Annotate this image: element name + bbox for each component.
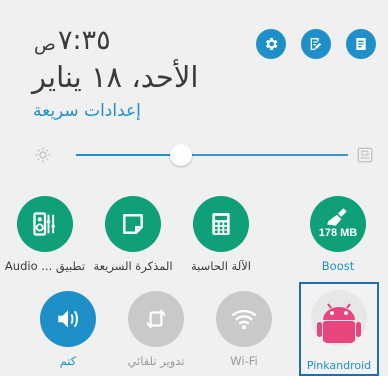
tile-label: كتم bbox=[59, 354, 77, 368]
list-icon bbox=[356, 38, 366, 50]
boost-circle[interactable]: 178 MB bbox=[310, 196, 366, 252]
tile-label: Audio ... تطبيق bbox=[4, 259, 86, 273]
memo-icon bbox=[123, 214, 143, 234]
android-robot-icon bbox=[317, 303, 361, 343]
mute-circle[interactable] bbox=[40, 291, 96, 347]
wifi-icon bbox=[231, 309, 257, 330]
tile-mute[interactable]: كتم bbox=[26, 291, 110, 368]
tile-boost[interactable]: 178 MB Boost bbox=[296, 196, 380, 273]
audio-app-circle[interactable] bbox=[17, 196, 73, 252]
quick-memo-circle[interactable] bbox=[105, 196, 161, 252]
edit-button[interactable] bbox=[301, 29, 331, 59]
quick-settings-link[interactable]: إعدادات سريعة bbox=[33, 101, 141, 121]
clock-ampm: ص bbox=[34, 34, 56, 55]
audio-app-icon bbox=[33, 212, 55, 236]
pinkandroid-app-icon[interactable] bbox=[311, 290, 367, 346]
quick-settings-panel: ص ٧:٣٥ الأحد، ١٨ يناير إعدادات سريعة Aud… bbox=[0, 0, 388, 376]
settings-icon bbox=[265, 38, 278, 50]
tile-label: تدوير تلقائي bbox=[127, 354, 185, 368]
calculator-icon bbox=[212, 213, 230, 235]
brightness-track[interactable] bbox=[186, 154, 348, 156]
boost-memory-label: 178 MB bbox=[318, 227, 358, 239]
clock-time: ٧:٣٥ bbox=[58, 25, 111, 56]
settings-button[interactable] bbox=[256, 29, 286, 59]
tile-pinkandroid[interactable]: Pinkandroid bbox=[299, 282, 379, 376]
brightness-control bbox=[34, 141, 380, 169]
vibrate-icon bbox=[58, 310, 78, 328]
edit-icon bbox=[310, 38, 322, 50]
tile-label: Boost bbox=[321, 259, 355, 273]
pinkandroid-label: Pinkandroid bbox=[306, 359, 372, 372]
tile-label: Wi-Fi bbox=[230, 354, 258, 368]
tile-calculator[interactable]: الآلة الحاسبة bbox=[179, 196, 263, 273]
calculator-circle[interactable] bbox=[193, 196, 249, 252]
tile-label: الآلة الحاسبة bbox=[191, 259, 251, 273]
brightness-slider-thumb[interactable] bbox=[170, 144, 192, 166]
rotate-icon bbox=[146, 309, 166, 329]
brightness-low-icon bbox=[34, 146, 52, 164]
tile-audio-app[interactable]: Audio ... تطبيق bbox=[3, 196, 87, 273]
broom-icon bbox=[327, 208, 347, 226]
date-label: الأحد، ١٨ يناير bbox=[32, 60, 199, 94]
list-button[interactable] bbox=[346, 29, 376, 59]
tile-quick-memo[interactable]: المذكرة السريعة bbox=[91, 196, 175, 273]
wifi-circle[interactable] bbox=[216, 291, 272, 347]
auto-rotate-circle[interactable] bbox=[128, 291, 184, 347]
clock: ص ٧:٣٥ bbox=[34, 25, 144, 59]
auto-brightness-icon[interactable] bbox=[356, 146, 374, 164]
tile-auto-rotate[interactable]: تدوير تلقائي bbox=[114, 291, 198, 368]
tile-wifi[interactable]: Wi-Fi bbox=[202, 291, 286, 368]
tile-label: المذكرة السريعة bbox=[93, 259, 173, 273]
